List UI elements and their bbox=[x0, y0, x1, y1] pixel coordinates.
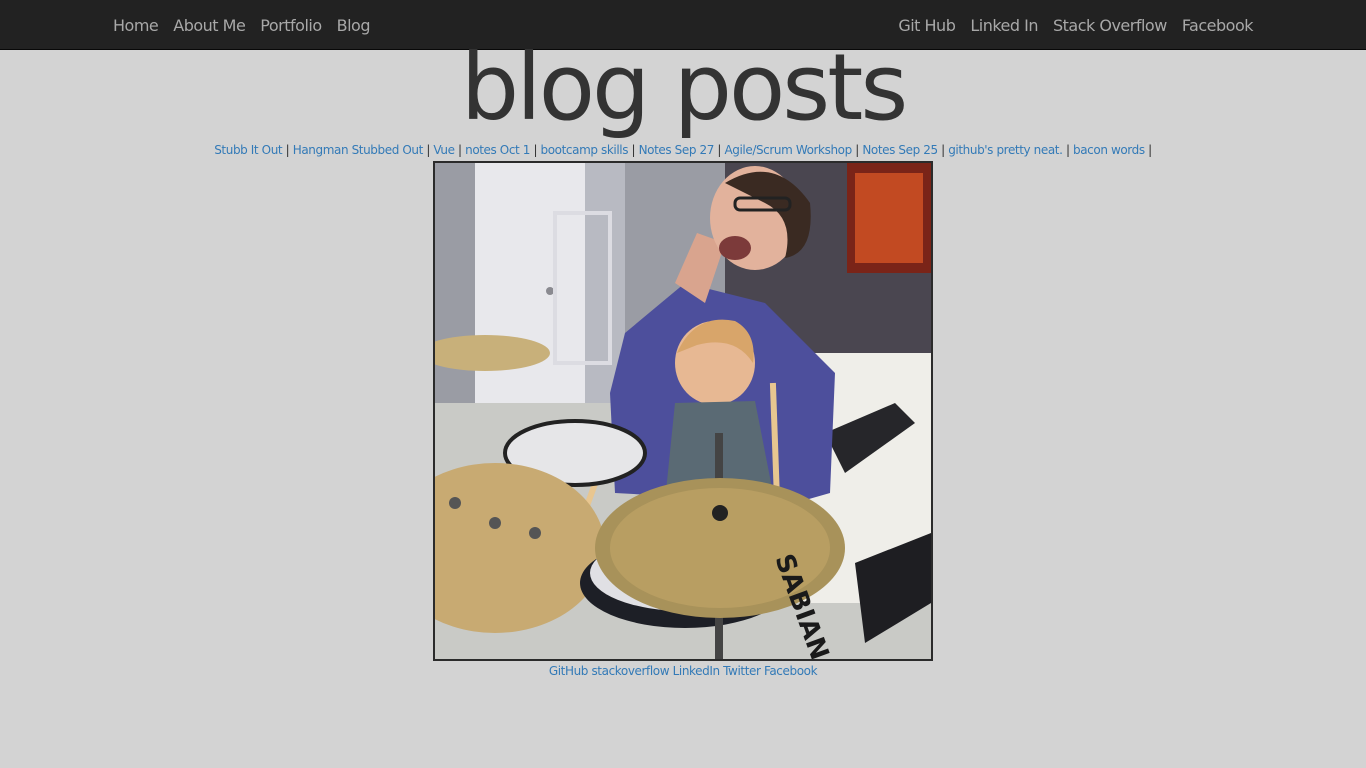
link-separator: | bbox=[631, 143, 636, 157]
post-link-notes-sep-27[interactable]: Notes Sep 27 bbox=[639, 143, 715, 157]
nav-linkedin-link[interactable]: Linked In bbox=[970, 16, 1038, 35]
post-link-githubs-pretty-neat[interactable]: github's pretty neat. bbox=[948, 143, 1063, 157]
post-link-vue[interactable]: Vue bbox=[433, 143, 455, 157]
footer-twitter-link[interactable]: Twitter bbox=[723, 664, 761, 678]
post-link-stubb-it-out[interactable]: Stubb It Out bbox=[214, 143, 282, 157]
nav-home-link[interactable]: Home bbox=[113, 16, 159, 35]
link-separator: | bbox=[1148, 143, 1152, 157]
link-separator: | bbox=[717, 143, 722, 157]
link-separator: | bbox=[941, 143, 945, 157]
nav-blog-link[interactable]: Blog bbox=[337, 16, 371, 35]
post-link-bacon-words[interactable]: bacon words bbox=[1073, 143, 1145, 157]
footer-github-link[interactable]: GitHub bbox=[549, 664, 589, 678]
nav-stackoverflow-link[interactable]: Stack Overflow bbox=[1053, 16, 1167, 35]
nav-portfolio-link[interactable]: Portfolio bbox=[260, 16, 322, 35]
footer-linkedin-link[interactable]: LinkedIn bbox=[673, 664, 720, 678]
nav-facebook-link[interactable]: Facebook bbox=[1182, 16, 1254, 35]
drummer-photo-illustration: SABIAN bbox=[435, 163, 931, 659]
footer-facebook-link[interactable]: Facebook bbox=[764, 664, 818, 678]
nav-github-link[interactable]: Git Hub bbox=[898, 16, 956, 35]
link-separator: | bbox=[1065, 143, 1070, 157]
link-separator: | bbox=[855, 143, 859, 157]
nav-about-me-link[interactable]: About Me bbox=[173, 16, 246, 35]
profile-photo: SABIAN bbox=[433, 161, 933, 661]
link-separator: | bbox=[285, 143, 290, 157]
footer-stackoverflow-link[interactable]: stackoverflow bbox=[591, 664, 669, 678]
link-separator: | bbox=[426, 143, 430, 157]
link-separator: | bbox=[533, 143, 538, 157]
page-title: blog posts bbox=[460, 34, 909, 141]
footer-social-links: GitHub stackoverflow LinkedIn Twitter Fa… bbox=[0, 664, 1366, 678]
post-link-bootcamp-skills[interactable]: bootcamp skills bbox=[541, 143, 629, 157]
link-separator: | bbox=[458, 143, 462, 157]
post-link-hangman-stubbed-out[interactable]: Hangman Stubbed Out bbox=[293, 143, 424, 157]
post-link-notes-sep-25[interactable]: Notes Sep 25 bbox=[862, 143, 938, 157]
post-link-agile-scrum-workshop[interactable]: Agile/Scrum Workshop bbox=[724, 143, 852, 157]
post-link-notes-oct-1[interactable]: notes Oct 1 bbox=[465, 143, 530, 157]
blog-post-links: Stubb It Out | Hangman Stubbed Out | Vue… bbox=[0, 143, 1366, 157]
